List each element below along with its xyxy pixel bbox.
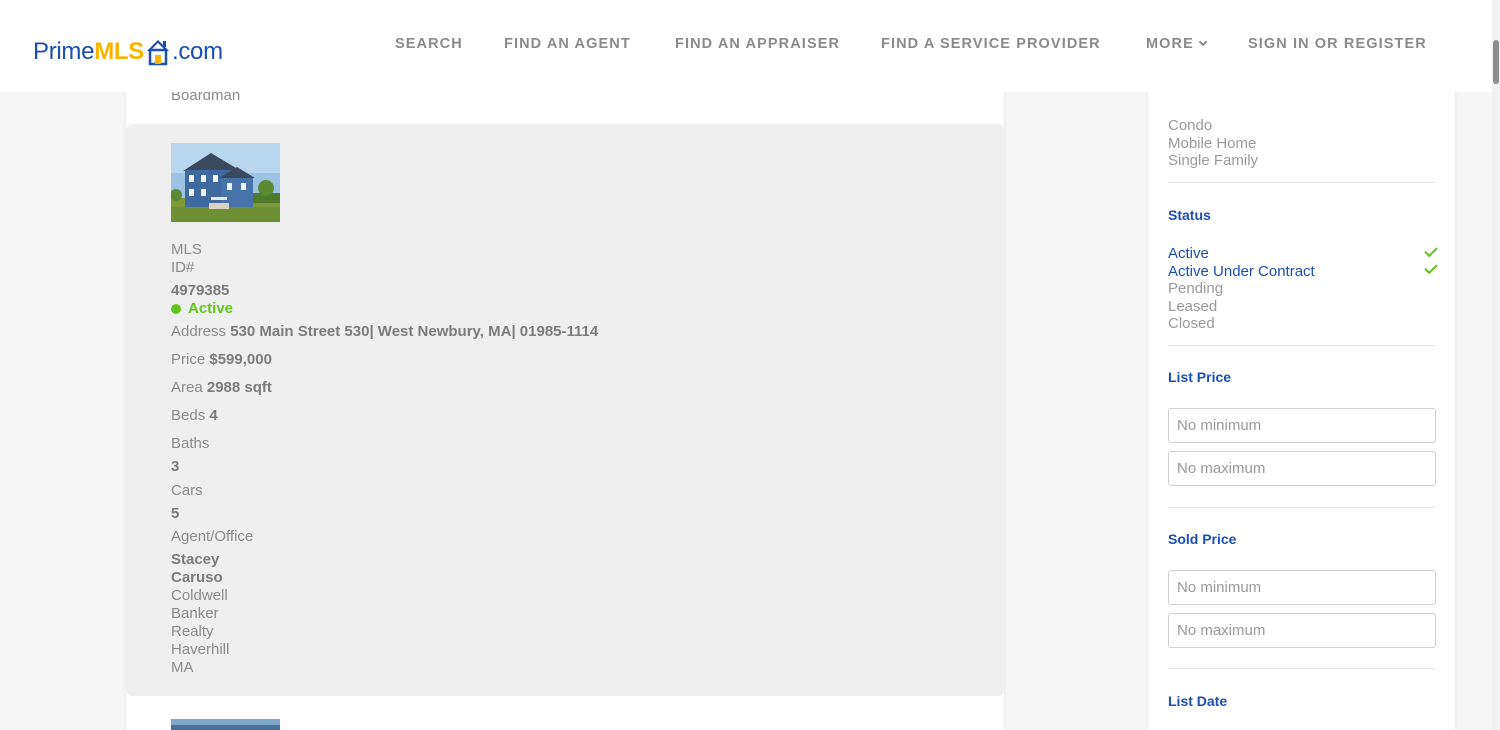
checkmark-icon	[1424, 260, 1438, 275]
mls-id-value: 4979385	[171, 282, 230, 299]
listing-photo[interactable]	[171, 143, 280, 222]
logo-text-com: .com	[171, 38, 223, 65]
sold-price-heading: Sold Price	[1168, 531, 1237, 547]
address-label: Address	[171, 323, 227, 340]
next-house-photo	[171, 719, 280, 730]
agent-last-name: Caruso	[171, 569, 223, 586]
status-option-active-under-contract[interactable]: Active Under Contract	[1168, 263, 1315, 281]
cars-value: 5	[171, 505, 180, 522]
nav-more[interactable]: MORE	[1146, 36, 1208, 52]
nav-find-a-service-provider[interactable]: FIND A SERVICE PROVIDER	[881, 36, 1101, 52]
area-row: Area 2988 sqft	[171, 379, 272, 396]
site-header: Prime MLS .com SEARCH FIND AN AGENT FIND …	[0, 0, 1492, 92]
office-line: Coldwell	[171, 587, 228, 604]
sold-price-max-input[interactable]	[1168, 613, 1436, 648]
house-icon	[146, 38, 170, 66]
cars-label: Cars	[171, 482, 203, 499]
nav-search[interactable]: SEARCH	[395, 36, 463, 52]
status-dot-icon	[171, 304, 181, 314]
listing-card[interactable]: MLS ID# 4979385 Active Address 530 Main …	[126, 124, 1004, 696]
scrollbar-thumb[interactable]	[1493, 40, 1499, 84]
sold-price-min-input[interactable]	[1168, 570, 1436, 605]
agent-first-name: Stacey	[171, 551, 220, 568]
nav-more-label: MORE	[1146, 36, 1194, 52]
listing-results: Boardman MLS ID# 4979385 Active Address …	[126, 0, 1004, 730]
property-type-mobile-home[interactable]: Mobile Home	[1168, 135, 1256, 153]
mls-label-line-2: ID#	[171, 259, 195, 276]
status-badge: Active	[171, 300, 233, 317]
status-text: Active	[188, 300, 234, 317]
property-type-condo[interactable]: Condo	[1168, 117, 1212, 135]
agent-name[interactable]: Stacey Caruso Coldwell Banker Realty Hav…	[171, 551, 229, 677]
status-option-closed[interactable]: Closed	[1168, 315, 1215, 333]
status-option-pending[interactable]: Pending	[1168, 280, 1223, 298]
divider	[1168, 668, 1435, 669]
mls-label-line-1: MLS	[171, 241, 202, 258]
beds-row: Beds 4	[171, 407, 218, 424]
status-option-active[interactable]: Active	[1168, 245, 1209, 263]
next-listing-photo[interactable]	[171, 718, 280, 730]
primemls-logo[interactable]: Prime MLS .com	[33, 26, 223, 66]
address-row: Address 530 Main Street 530| West Newbur…	[171, 323, 598, 340]
price-label: Price	[171, 351, 206, 368]
logo-text-prime: Prime	[33, 38, 95, 65]
nav-find-an-appraiser[interactable]: FIND AN APPRAISER	[675, 36, 840, 52]
area-value: 2988 sqft	[206, 379, 272, 396]
chevron-down-icon	[1198, 37, 1208, 47]
logo-text-mls: MLS	[94, 38, 144, 65]
baths-label: Baths	[171, 435, 210, 452]
agent-office-label: Agent/Office	[171, 528, 254, 545]
beds-label: Beds	[171, 407, 206, 424]
office-line: Banker	[171, 605, 219, 622]
area-label: Area	[171, 379, 203, 396]
price-row: Price $599,000	[171, 351, 272, 368]
filter-sidebar: Condo Mobile Home Single Family Status A…	[1148, 0, 1455, 730]
divider	[1168, 182, 1435, 183]
status-heading: Status	[1168, 207, 1211, 223]
beds-value: 4	[209, 407, 218, 424]
office-line: Realty	[171, 623, 214, 640]
list-price-max-input[interactable]	[1168, 451, 1436, 486]
address-value[interactable]: 530 Main Street 530| West Newbury, MA| 0…	[230, 323, 598, 340]
office-line: MA	[171, 659, 194, 676]
status-option-leased[interactable]: Leased	[1168, 298, 1217, 316]
price-value: $599,000	[209, 351, 272, 368]
nav-sign-in-or-register[interactable]: SIGN IN OR REGISTER	[1248, 36, 1427, 52]
house-photo	[171, 143, 280, 222]
nav-find-an-agent[interactable]: FIND AN AGENT	[504, 36, 631, 52]
scrollbar[interactable]	[1492, 0, 1500, 730]
list-price-heading: List Price	[1168, 369, 1232, 385]
office-line: Haverhill	[171, 641, 230, 658]
baths-value: 3	[171, 458, 180, 475]
page: Boardman MLS ID# 4979385 Active Address …	[0, 0, 1500, 730]
list-date-heading: List Date	[1168, 693, 1228, 709]
divider	[1168, 507, 1435, 508]
property-type-single-family[interactable]: Single Family	[1168, 152, 1258, 170]
list-price-min-input[interactable]	[1168, 408, 1436, 443]
divider	[1168, 345, 1435, 346]
mls-id-label: MLS ID#	[171, 241, 202, 277]
checkmark-icon	[1424, 243, 1438, 258]
